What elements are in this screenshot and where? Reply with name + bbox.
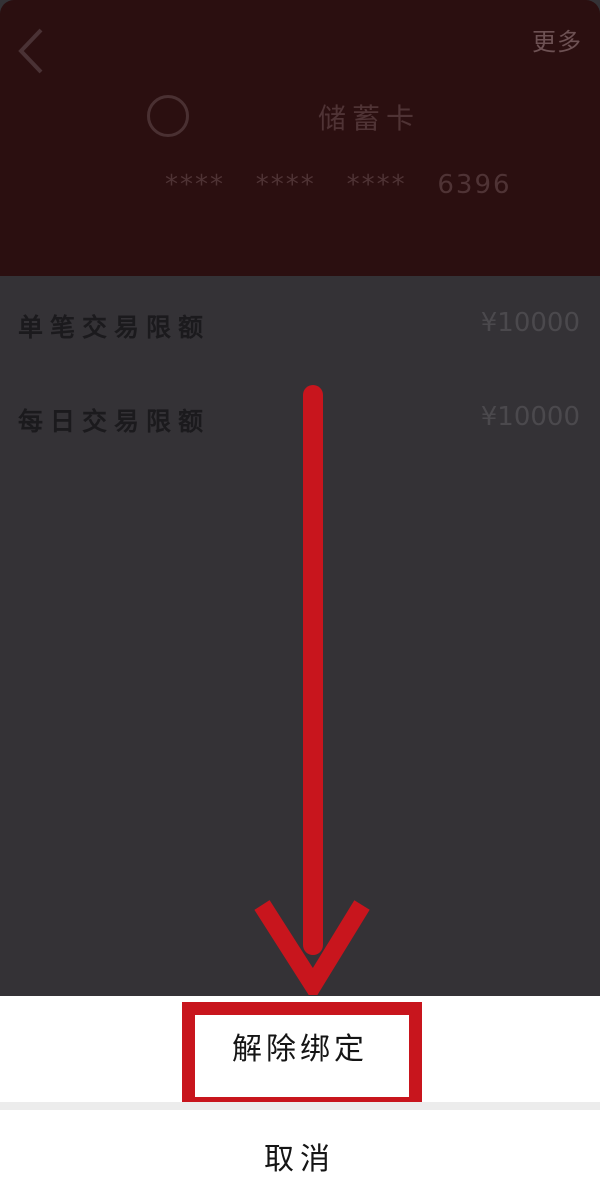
limit-label: 单笔交易限额 bbox=[18, 313, 211, 342]
card-header: 更多 储蓄卡 **** **** **** 6396 bbox=[0, 0, 600, 276]
annotation-arrow-icon bbox=[254, 385, 370, 995]
unbind-option[interactable]: 解除绑定 bbox=[0, 996, 600, 1096]
limit-label: 每日交易限额 bbox=[18, 407, 211, 436]
cancel-option[interactable]: 取消 bbox=[0, 1110, 600, 1203]
more-button[interactable]: 更多 bbox=[532, 22, 582, 57]
chevron-left-icon[interactable] bbox=[10, 24, 50, 78]
bank-logo-icon bbox=[147, 95, 189, 137]
screen: 更多 储蓄卡 **** **** **** 6396 单笔交易限额 ¥10000… bbox=[0, 0, 600, 1203]
action-sheet: 解除绑定 取消 bbox=[0, 996, 600, 1203]
cancel-button[interactable]: 取消 bbox=[0, 1134, 600, 1178]
limit-row-daily: 每日交易限额 ¥10000 bbox=[0, 394, 600, 454]
sheet-divider bbox=[0, 1102, 600, 1110]
limit-value: ¥10000 bbox=[480, 308, 580, 338]
card-name: 储蓄卡 bbox=[318, 102, 421, 135]
card-number: **** **** **** 6396 bbox=[165, 170, 512, 200]
unbind-button[interactable]: 解除绑定 bbox=[0, 1024, 600, 1068]
limit-value: ¥10000 bbox=[480, 402, 580, 432]
limit-row-single: 单笔交易限额 ¥10000 bbox=[0, 300, 600, 360]
